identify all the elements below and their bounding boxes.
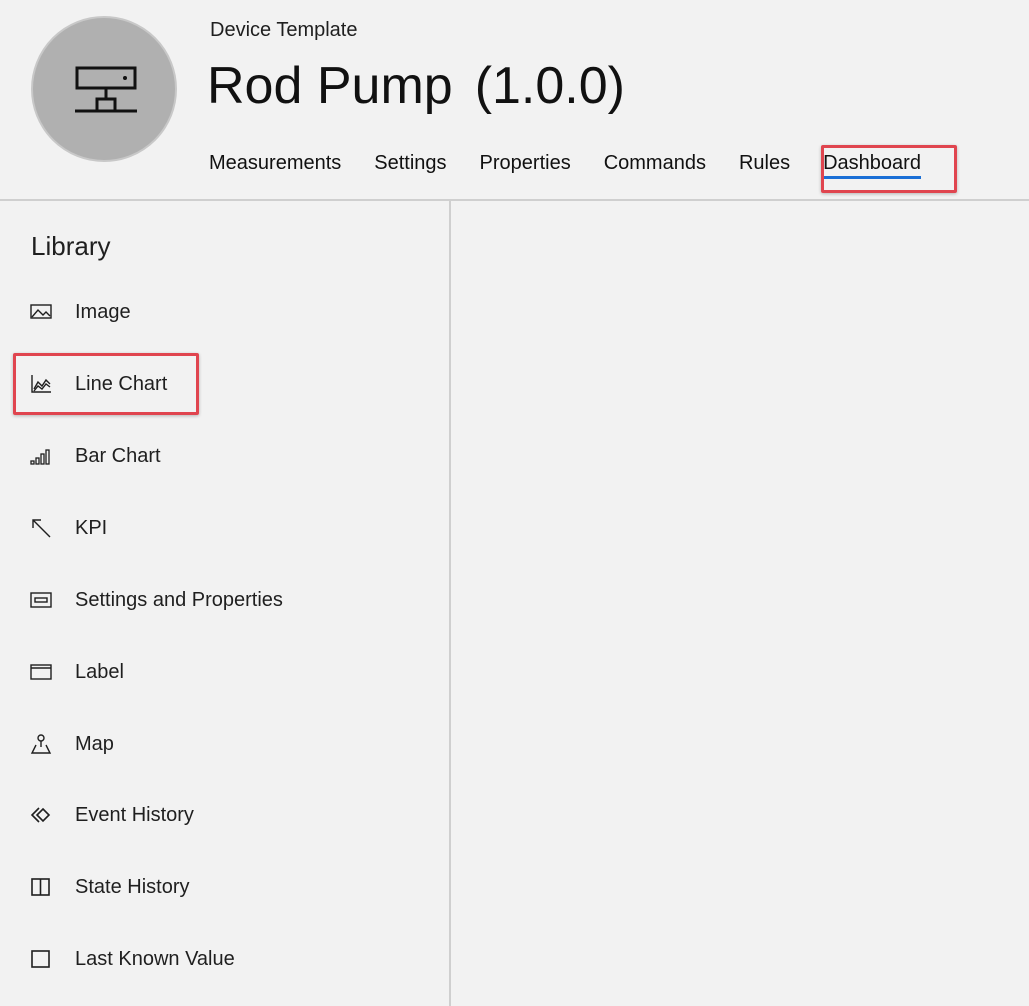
template-name: Rod Pump xyxy=(207,57,453,115)
tab-rules[interactable]: Rules xyxy=(739,149,790,179)
library-item-label: Image xyxy=(75,300,131,323)
page-subtitle: Device Template xyxy=(210,19,358,41)
library-item-label: Settings and Properties xyxy=(75,588,283,611)
tab-measurements[interactable]: Measurements xyxy=(209,149,341,179)
tab-settings[interactable]: Settings xyxy=(374,149,446,179)
event-history-icon xyxy=(29,803,53,827)
library-item-settings-and-properties[interactable]: Settings and Properties xyxy=(29,584,409,616)
tab-properties[interactable]: Properties xyxy=(480,149,571,179)
device-avatar xyxy=(31,16,177,162)
last-known-value-icon xyxy=(29,947,53,971)
library-item-image[interactable]: Image xyxy=(29,296,409,328)
library-item-label: Label xyxy=(75,660,124,683)
library-item-last-known-value[interactable]: Last Known Value xyxy=(29,943,409,975)
tab-commands[interactable]: Commands xyxy=(604,149,706,179)
library-item-label: Line Chart xyxy=(75,372,168,395)
dashboard-canvas[interactable] xyxy=(451,201,1029,1006)
library-item-label-widget[interactable]: Label xyxy=(29,656,409,688)
settings-properties-icon xyxy=(29,588,53,612)
template-version: (1.0.0) xyxy=(474,57,625,115)
library-item-line-chart[interactable]: Line Chart xyxy=(29,368,409,400)
tab-dashboard[interactable]: Dashboard xyxy=(823,149,921,179)
library-item-label: Bar Chart xyxy=(75,444,161,467)
library-item-state-history[interactable]: State History xyxy=(29,871,409,903)
library-item-kpi[interactable]: KPI xyxy=(29,512,409,544)
network-device-icon xyxy=(75,66,137,113)
library-item-map[interactable]: Map xyxy=(29,728,409,760)
label-icon xyxy=(29,660,53,684)
library-item-label: KPI xyxy=(75,516,108,539)
tab-bar: Measurements Settings Properties Command… xyxy=(209,149,921,181)
state-history-icon xyxy=(29,875,53,899)
library-item-label: State History xyxy=(75,875,190,898)
library-title: Library xyxy=(31,231,111,261)
bar-chart-icon xyxy=(29,444,53,468)
arrow-up-left-icon xyxy=(29,516,53,540)
library-item-label: Event History xyxy=(75,803,194,826)
library-item-event-history[interactable]: Event History xyxy=(29,799,409,831)
library-sidebar: Library Image Line Chart Bar Chart KPI S… xyxy=(0,201,451,1006)
page-title: Rod Pump (1.0.0) xyxy=(207,56,625,116)
line-chart-icon xyxy=(29,372,53,396)
library-item-bar-chart[interactable]: Bar Chart xyxy=(29,440,409,472)
header: Device Template Rod Pump (1.0.0) Measurem… xyxy=(0,0,1029,201)
map-icon xyxy=(29,732,53,756)
library-item-label: Map xyxy=(75,732,114,755)
image-icon xyxy=(29,300,53,324)
library-item-label: Last Known Value xyxy=(75,947,235,970)
